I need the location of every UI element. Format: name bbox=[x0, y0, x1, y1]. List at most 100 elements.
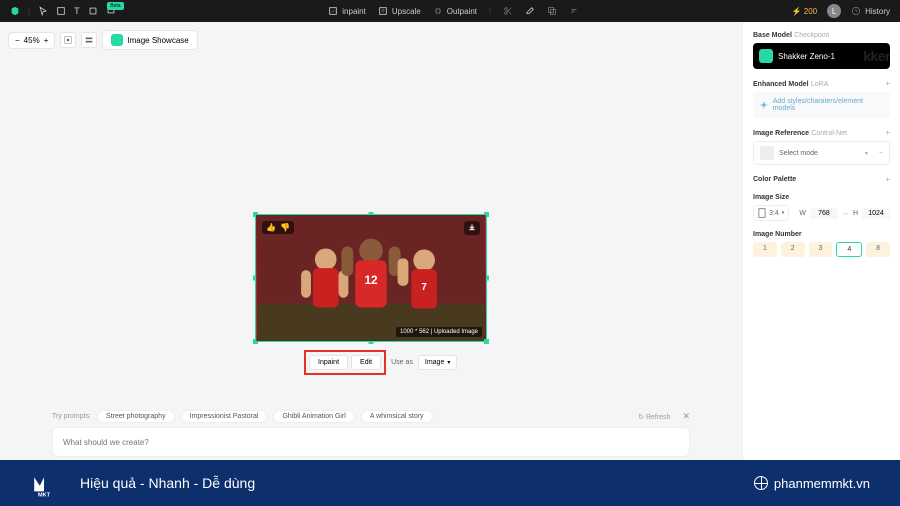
download-button[interactable] bbox=[464, 221, 480, 235]
num-option-8[interactable]: 8 bbox=[866, 242, 890, 257]
canvas[interactable]: − 45% + Image Showcase bbox=[0, 22, 742, 460]
reference-select-label: Select mode bbox=[779, 150, 860, 157]
mkt-logo-icon: MKT bbox=[30, 469, 58, 497]
outpaint-button[interactable]: Outpaint bbox=[433, 6, 477, 16]
use-as-dropdown[interactable]: Image ▾ bbox=[418, 355, 457, 370]
size-controls: 3:4 ▾ W ↔ H bbox=[753, 205, 890, 221]
cursor-icon[interactable] bbox=[38, 6, 48, 16]
refresh-button[interactable]: ↻ Refresh bbox=[638, 413, 670, 421]
image-action-bar: Inpaint Edit Use as Image ▾ bbox=[304, 350, 457, 375]
base-model-card[interactable]: Shakker Zeno-1 kker bbox=[753, 43, 890, 69]
close-icon[interactable]: ✕ bbox=[682, 411, 690, 422]
svg-text:7: 7 bbox=[421, 282, 427, 293]
save-tool[interactable]: Beta bbox=[106, 5, 116, 17]
brand-logo-icon[interactable] bbox=[10, 6, 20, 16]
showcase-label: Image Showcase bbox=[127, 36, 188, 45]
cut-icon[interactable] bbox=[503, 6, 513, 16]
layers-icon[interactable] bbox=[547, 6, 557, 16]
zoom-in-icon[interactable]: + bbox=[44, 36, 49, 45]
num-option-1[interactable]: 1 bbox=[753, 242, 777, 257]
base-model-label: Base Model bbox=[753, 32, 792, 39]
color-palette-section: Color Palette + bbox=[753, 175, 890, 184]
showcase-tab[interactable]: Image Showcase bbox=[102, 30, 197, 50]
outpaint-icon bbox=[433, 6, 443, 16]
thumbs-down-icon[interactable]: 👎 bbox=[280, 223, 290, 232]
base-model-name: Shakker Zeno-1 bbox=[778, 52, 835, 61]
zoom-control[interactable]: − 45% + bbox=[8, 32, 55, 49]
upscale-button[interactable]: Upscale bbox=[378, 6, 421, 16]
upscale-icon bbox=[378, 6, 388, 16]
image-content: 12 7 👍 👎 1000 * 562 | Uploaded Image bbox=[256, 215, 486, 341]
upscale-label: Upscale bbox=[392, 7, 421, 16]
vote-buttons: 👍 👎 bbox=[262, 221, 294, 234]
num-option-3[interactable]: 3 bbox=[809, 242, 833, 257]
erase-icon[interactable] bbox=[525, 6, 535, 16]
num-option-2[interactable]: 2 bbox=[781, 242, 805, 257]
footer-slogan: Hiệu quả - Nhanh - Dễ dùng bbox=[80, 475, 255, 491]
swatch-icon bbox=[760, 146, 774, 160]
bolt-icon: ⚡ bbox=[792, 7, 802, 16]
download-icon bbox=[468, 223, 476, 231]
svg-text:12: 12 bbox=[364, 273, 378, 287]
add-icon[interactable]: + bbox=[885, 128, 890, 137]
globe-icon bbox=[754, 476, 768, 490]
history-label: History bbox=[865, 7, 890, 16]
num-option-4[interactable]: 4 bbox=[836, 242, 862, 257]
height-input[interactable] bbox=[862, 208, 890, 219]
zoom-out-icon[interactable]: − bbox=[15, 36, 20, 45]
number-options: 1 2 3 4 8 bbox=[753, 242, 890, 257]
enhanced-sublabel: LoRA bbox=[811, 81, 829, 88]
topbar-right: ⚡ 200 L History bbox=[792, 4, 890, 18]
credits[interactable]: ⚡ 200 bbox=[792, 7, 817, 16]
avatar[interactable]: L bbox=[827, 4, 841, 18]
prompt-chip[interactable]: Ghibli Animation Girl bbox=[273, 410, 354, 423]
sort-icon[interactable] bbox=[569, 6, 579, 16]
chevron-down-icon: ▾ bbox=[782, 210, 785, 216]
frame-icon[interactable] bbox=[56, 6, 66, 16]
inpaint-label: inpaint bbox=[342, 7, 366, 16]
number-label: Image Number bbox=[753, 231, 802, 238]
text-tool-icon[interactable]: T bbox=[74, 6, 80, 16]
add-lora-button[interactable]: Add styles/charaters/element models bbox=[753, 92, 890, 118]
fit-icon bbox=[63, 35, 73, 45]
w-label: W bbox=[799, 210, 806, 217]
thumbs-up-icon[interactable]: 👍 bbox=[266, 223, 276, 232]
top-toolbar: | T Beta inpaint Upscale Outpaint | ⚡ bbox=[0, 0, 900, 22]
ratio-icon bbox=[758, 208, 766, 218]
chevron-down-icon: ▾ bbox=[447, 359, 450, 366]
width-input[interactable] bbox=[810, 208, 838, 219]
inpaint-button[interactable]: inpaint bbox=[328, 6, 366, 16]
fit-button[interactable] bbox=[60, 32, 76, 48]
reference-mode-select[interactable]: Select mode ▾ − bbox=[753, 141, 890, 165]
model-icon bbox=[759, 49, 773, 63]
add-icon[interactable]: + bbox=[885, 175, 890, 184]
edit-action-button[interactable]: Edit bbox=[351, 355, 381, 370]
shape-icon[interactable] bbox=[88, 6, 98, 16]
footer-url[interactable]: phanmemmkt.vn bbox=[754, 476, 870, 491]
inpaint-action-button[interactable]: Inpaint bbox=[309, 355, 348, 370]
remove-icon[interactable]: − bbox=[879, 150, 883, 157]
topbar-left: | T Beta bbox=[10, 5, 116, 17]
add-lora-label: Add styles/charaters/element models bbox=[773, 98, 884, 112]
add-icon[interactable]: + bbox=[885, 79, 890, 88]
svg-text:MKT: MKT bbox=[38, 492, 51, 497]
image-size-section: Image Size 3:4 ▾ W ↔ H bbox=[753, 194, 890, 221]
prompt-chip[interactable]: Street photography bbox=[97, 410, 175, 423]
selected-image[interactable]: 12 7 👍 👎 1000 * 562 | Uploaded Image bbox=[255, 214, 487, 342]
palette-label: Color Palette bbox=[753, 176, 796, 183]
image-meta: 1000 * 562 | Uploaded Image bbox=[396, 327, 482, 337]
use-as-value: Image bbox=[425, 359, 444, 366]
enhanced-model-section: Enhanced Model LoRA + Add styles/charate… bbox=[753, 79, 890, 118]
prompt-chip[interactable]: Impressionist Pastoral bbox=[181, 410, 268, 423]
link-icon[interactable]: ↔ bbox=[842, 210, 849, 217]
history-button[interactable]: History bbox=[851, 6, 890, 16]
image-number-section: Image Number 1 2 3 4 8 bbox=[753, 231, 890, 257]
footer-url-text: phanmemmkt.vn bbox=[774, 476, 870, 491]
grid-button[interactable] bbox=[81, 32, 97, 48]
try-prompts-label: Try prompts: bbox=[52, 413, 91, 420]
prompt-input[interactable] bbox=[52, 427, 690, 457]
aspect-ratio-select[interactable]: 3:4 ▾ bbox=[753, 205, 789, 221]
prompt-chip[interactable]: A whimsical story bbox=[361, 410, 433, 423]
credits-value: 200 bbox=[804, 7, 817, 16]
size-label: Image Size bbox=[753, 194, 789, 201]
